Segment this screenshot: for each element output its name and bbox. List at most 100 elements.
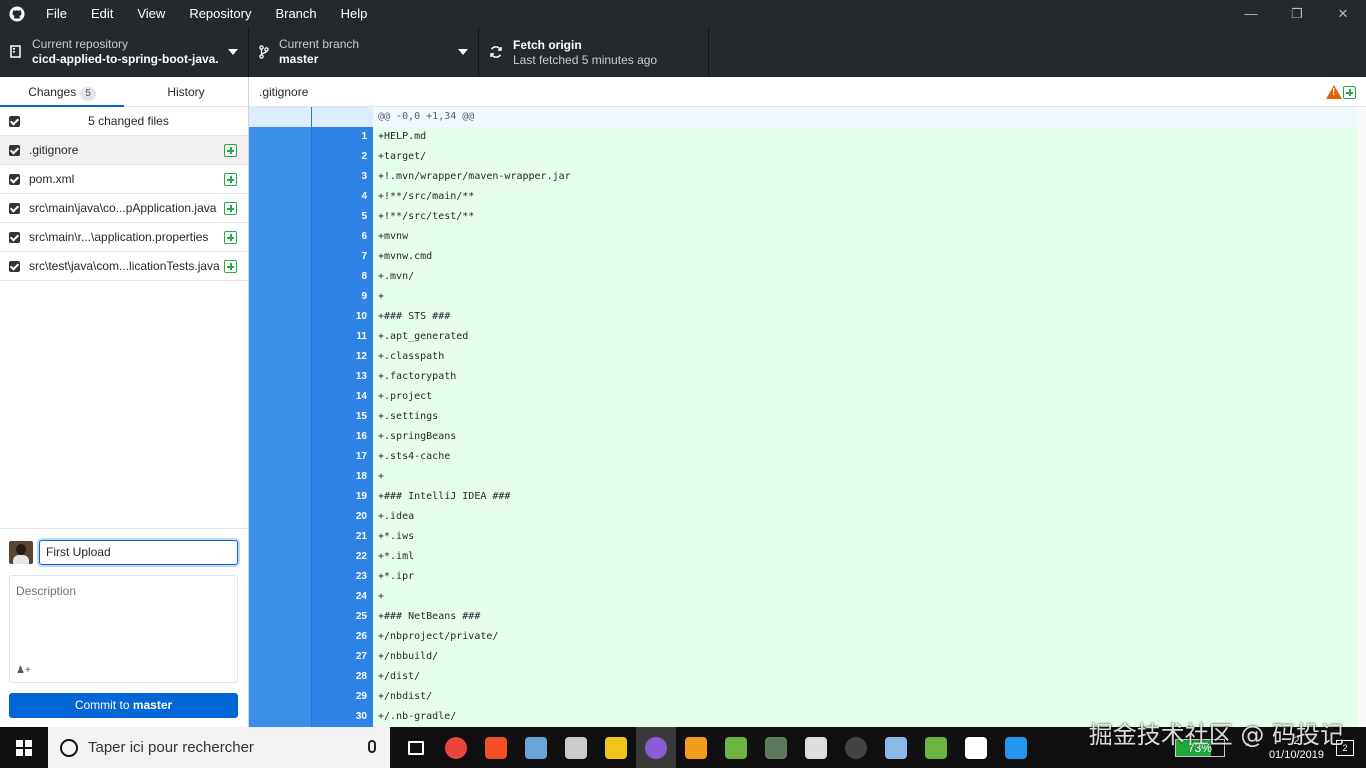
current-branch-button[interactable]: Current branch master — [249, 27, 479, 77]
line-number[interactable]: 26 — [311, 627, 373, 647]
diff-line[interactable]: 22 +*.iml — [249, 547, 1366, 567]
menu-file[interactable]: File — [34, 0, 79, 27]
menu-edit[interactable]: Edit — [79, 0, 125, 27]
taskbar-search[interactable]: Taper ici pour rechercher — [48, 727, 390, 768]
old-line-gutter[interactable] — [249, 447, 311, 467]
taskbar-app[interactable] — [756, 727, 796, 768]
diff-line[interactable]: 7 +mvnw.cmd — [249, 247, 1366, 267]
line-number[interactable]: 3 — [311, 167, 373, 187]
old-line-gutter[interactable] — [249, 427, 311, 447]
old-line-gutter[interactable] — [249, 227, 311, 247]
old-line-gutter[interactable] — [249, 287, 311, 307]
line-number[interactable]: 8 — [311, 267, 373, 287]
line-number[interactable]: 12 — [311, 347, 373, 367]
taskbar-app[interactable] — [476, 727, 516, 768]
menu-branch[interactable]: Branch — [263, 0, 328, 27]
diff-line[interactable]: 1 +HELP.md — [249, 127, 1366, 147]
restore-icon[interactable]: ❐ — [1274, 0, 1320, 27]
line-number[interactable]: 13 — [311, 367, 373, 387]
diff-line[interactable]: 25 +### NetBeans ### — [249, 607, 1366, 627]
line-number[interactable]: 16 — [311, 427, 373, 447]
old-line-gutter[interactable] — [249, 587, 311, 607]
diff-line[interactable]: 26 +/nbproject/private/ — [249, 627, 1366, 647]
select-all-checkbox[interactable] — [9, 116, 20, 127]
diff-line[interactable]: 19 +### IntelliJ IDEA ### — [249, 487, 1366, 507]
line-number[interactable]: 28 — [311, 667, 373, 687]
diff-line[interactable]: 5 +!**/src/test/** — [249, 207, 1366, 227]
old-line-gutter[interactable] — [249, 407, 311, 427]
diff-line[interactable]: 11 +.apt_generated — [249, 327, 1366, 347]
old-line-gutter[interactable] — [249, 487, 311, 507]
file-checkbox[interactable] — [9, 173, 20, 185]
start-button[interactable] — [0, 727, 48, 768]
old-line-gutter[interactable] — [249, 547, 311, 567]
old-line-gutter[interactable] — [249, 147, 311, 167]
changed-file-row[interactable]: src\test\java\com...licationTests.java — [0, 252, 248, 281]
file-checkbox[interactable] — [9, 202, 20, 214]
file-checkbox[interactable] — [9, 260, 20, 272]
current-repository-button[interactable]: Current repository cicd-applied-to-sprin… — [0, 27, 249, 77]
diff-line[interactable]: 14 +.project — [249, 387, 1366, 407]
diff-line[interactable]: 4 +!**/src/main/** — [249, 187, 1366, 207]
close-icon[interactable]: ✕ — [1320, 0, 1366, 27]
taskbar-app[interactable] — [556, 727, 596, 768]
minimize-icon[interactable]: — — [1228, 0, 1274, 27]
old-line-gutter[interactable] — [249, 627, 311, 647]
diff-line[interactable]: 2 +target/ — [249, 147, 1366, 167]
old-line-gutter[interactable] — [249, 167, 311, 187]
line-number[interactable]: 6 — [311, 227, 373, 247]
menu-view[interactable]: View — [125, 0, 177, 27]
diff-line[interactable]: 20 +.idea — [249, 507, 1366, 527]
file-checkbox[interactable] — [9, 231, 20, 243]
line-number[interactable]: 7 — [311, 247, 373, 267]
diff-line[interactable]: 16 +.springBeans — [249, 427, 1366, 447]
line-number[interactable]: 4 — [311, 187, 373, 207]
old-line-gutter[interactable] — [249, 607, 311, 627]
taskbar-app[interactable] — [796, 727, 836, 768]
tab-changes[interactable]: Changes 5 — [0, 77, 124, 107]
diff-line[interactable]: 9 + — [249, 287, 1366, 307]
commit-summary-input[interactable]: First Upload — [39, 540, 238, 565]
changed-file-row[interactable]: pom.xml — [0, 165, 248, 194]
old-line-gutter[interactable] — [249, 307, 311, 327]
warning-icon[interactable] — [1326, 85, 1342, 99]
diff-line[interactable]: 17 +.sts4-cache — [249, 447, 1366, 467]
line-number[interactable]: 10 — [311, 307, 373, 327]
taskbar-app[interactable] — [916, 727, 956, 768]
taskbar-app[interactable] — [956, 727, 996, 768]
old-line-gutter[interactable] — [249, 127, 311, 147]
old-line-gutter[interactable] — [249, 647, 311, 667]
changed-file-row[interactable]: .gitignore — [0, 136, 248, 165]
fetch-origin-button[interactable]: Fetch origin Last fetched 5 minutes ago — [479, 27, 709, 77]
diff-line[interactable]: 23 +*.ipr — [249, 567, 1366, 587]
line-number[interactable]: 30 — [311, 707, 373, 727]
commit-description-field[interactable]: Description ♟+ — [9, 575, 238, 683]
diff-line[interactable]: 8 +.mvn/ — [249, 267, 1366, 287]
line-number[interactable]: 1 — [311, 127, 373, 147]
taskbar-app[interactable] — [516, 727, 556, 768]
taskbar-app[interactable] — [396, 727, 436, 768]
line-number[interactable]: 9 — [311, 287, 373, 307]
line-number[interactable]: 17 — [311, 447, 373, 467]
diff-line[interactable]: 15 +.settings — [249, 407, 1366, 427]
line-number[interactable]: 14 — [311, 387, 373, 407]
file-checkbox[interactable] — [9, 144, 20, 156]
line-number[interactable]: 11 — [311, 327, 373, 347]
old-line-gutter[interactable] — [249, 507, 311, 527]
diff-line[interactable]: 29 +/nbdist/ — [249, 687, 1366, 707]
tab-history[interactable]: History — [124, 77, 248, 106]
taskbar-app[interactable] — [636, 727, 676, 768]
taskbar-app[interactable] — [996, 727, 1036, 768]
diff-line[interactable]: 24 + — [249, 587, 1366, 607]
old-line-gutter[interactable] — [249, 267, 311, 287]
commit-button[interactable]: Commit to master — [9, 693, 238, 718]
taskbar-app[interactable] — [876, 727, 916, 768]
menu-help[interactable]: Help — [329, 0, 380, 27]
old-line-gutter[interactable] — [249, 247, 311, 267]
line-number[interactable]: 29 — [311, 687, 373, 707]
diff-line[interactable]: 12 +.classpath — [249, 347, 1366, 367]
old-line-gutter[interactable] — [249, 687, 311, 707]
line-number[interactable]: 24 — [311, 587, 373, 607]
old-line-gutter[interactable] — [249, 327, 311, 347]
changed-file-row[interactable]: src\main\java\co...pApplication.java — [0, 194, 248, 223]
